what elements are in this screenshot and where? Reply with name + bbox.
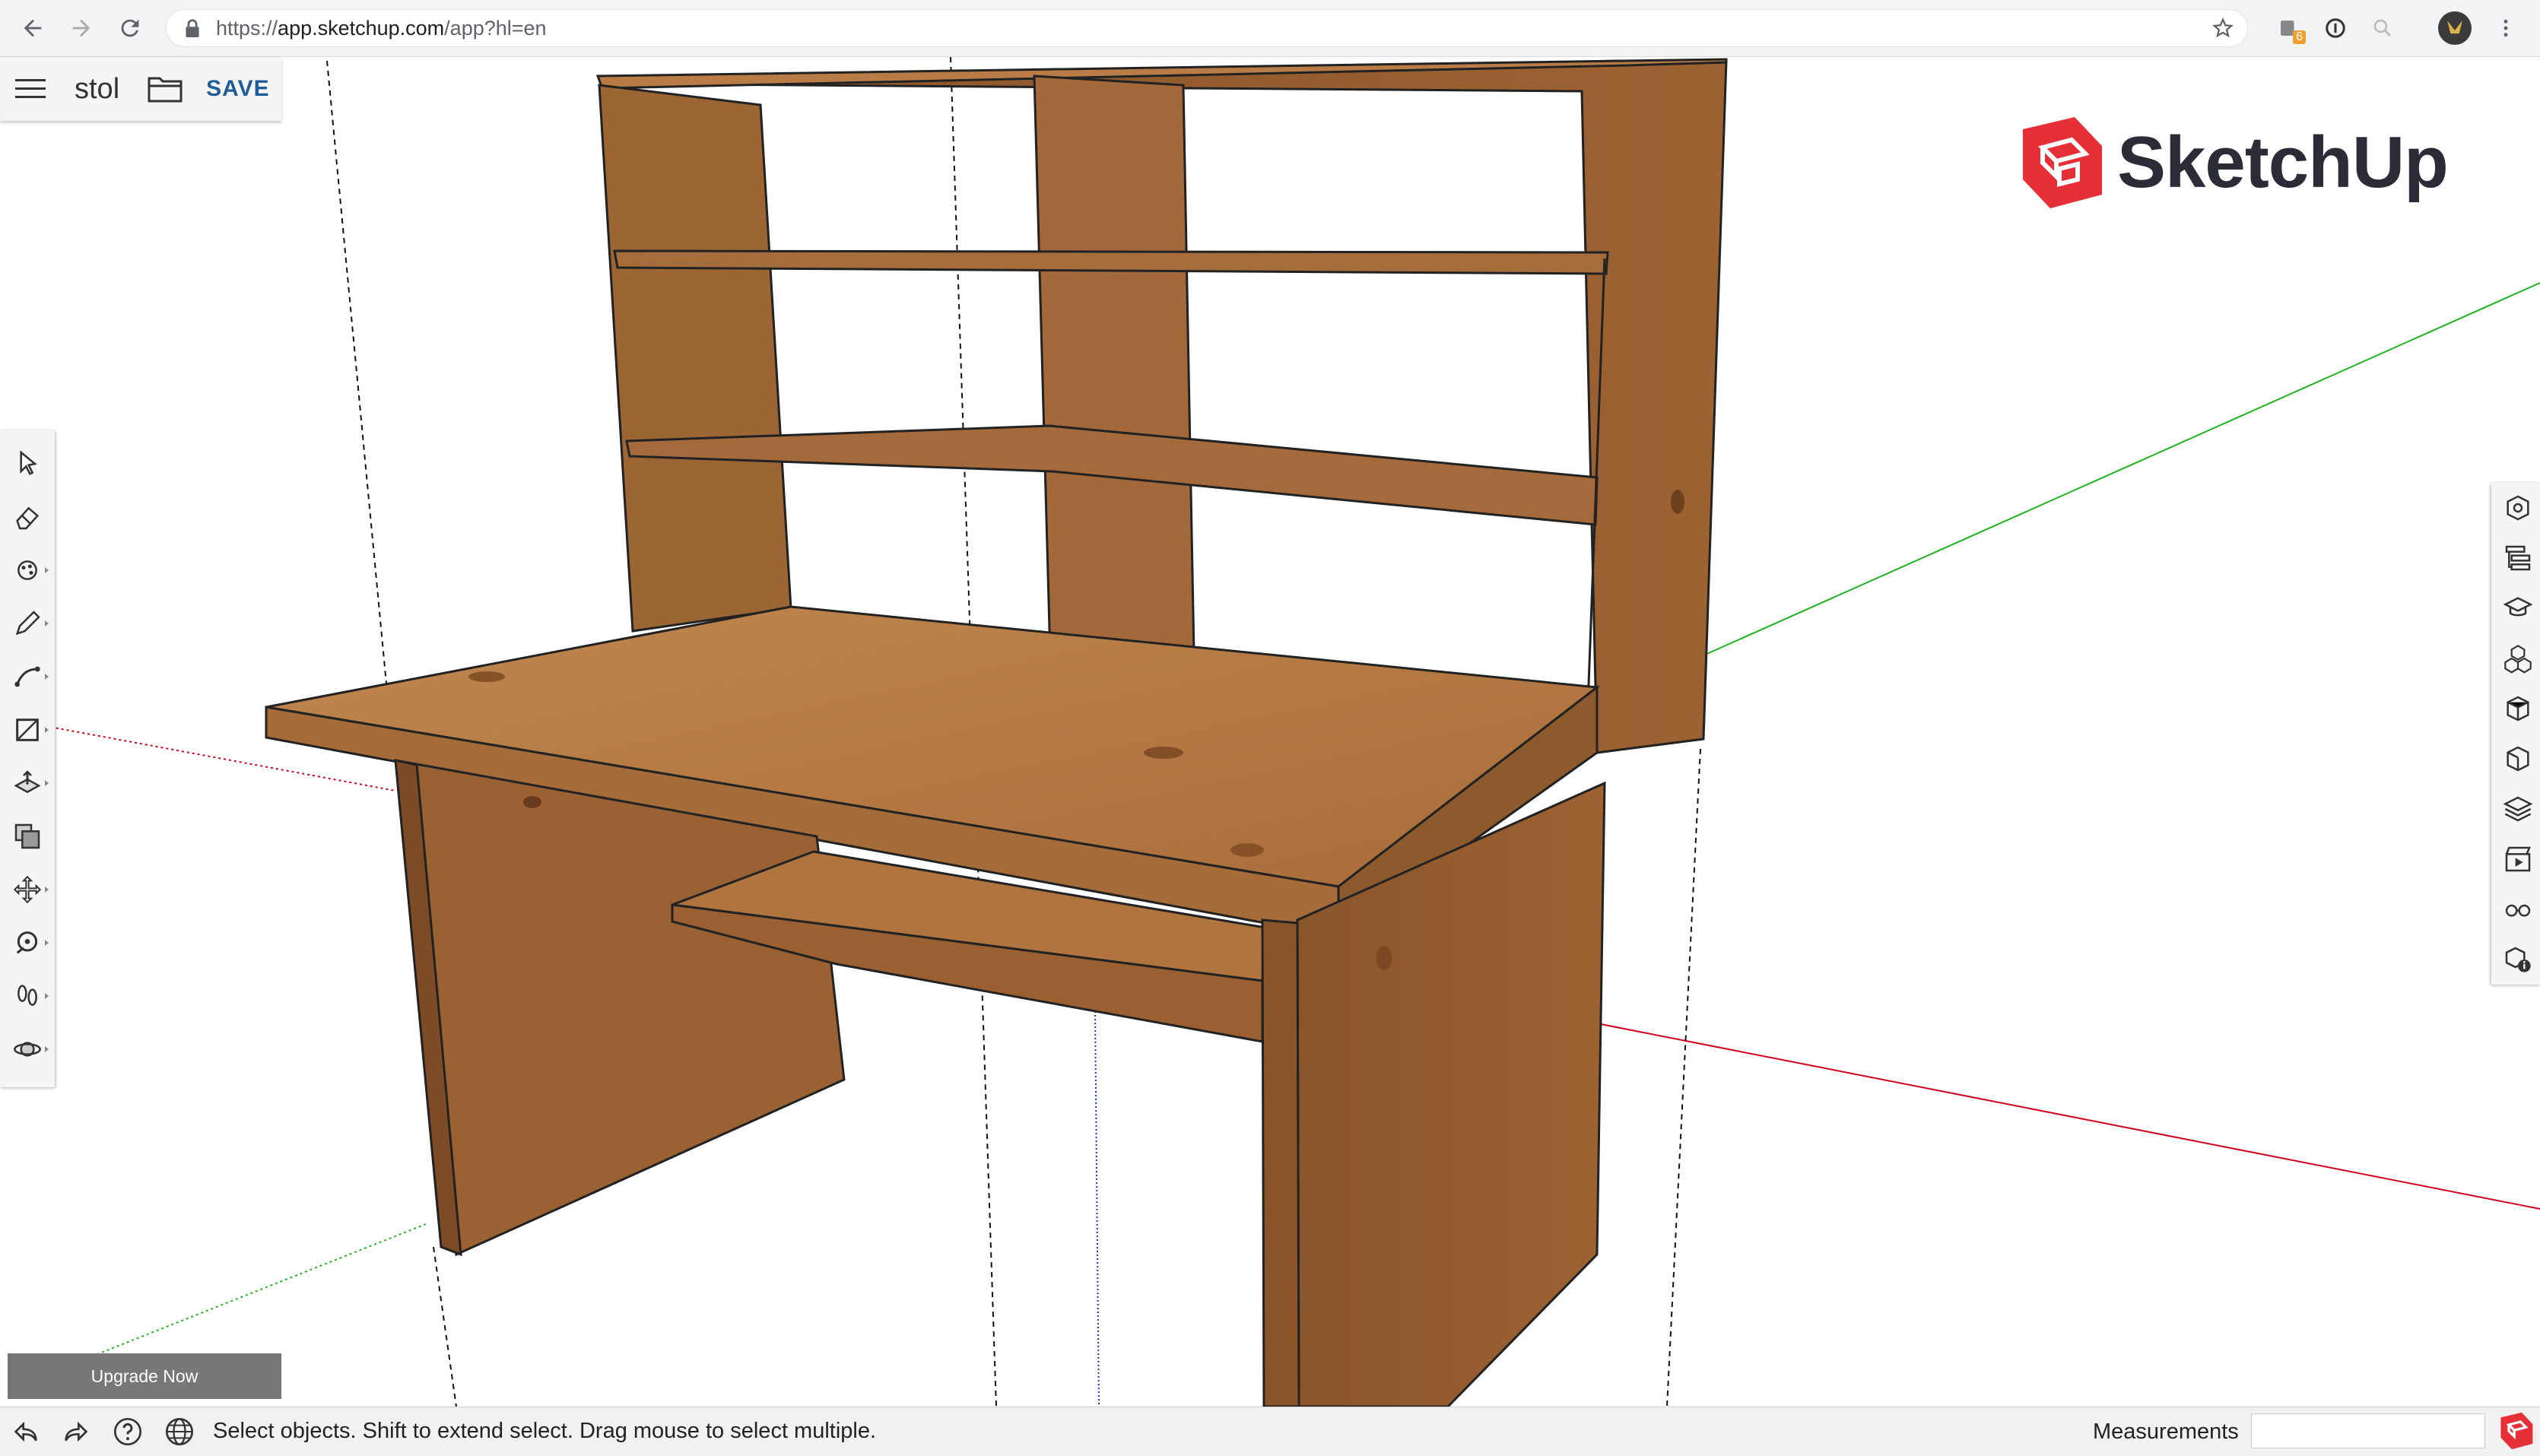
model-info-icon[interactable] [2500, 942, 2535, 977]
save-button[interactable]: SAVE [206, 76, 269, 102]
file-panel: stol SAVE [0, 57, 281, 121]
kebab-menu-icon[interactable] [2488, 11, 2523, 46]
redo-icon[interactable] [58, 1413, 94, 1450]
instructor-icon[interactable] [2500, 591, 2535, 626]
hamburger-menu-icon[interactable] [14, 72, 47, 106]
arc-icon[interactable] [8, 657, 49, 696]
status-bar: Select objects. Shift to extend select. … [0, 1407, 2540, 1456]
desk-left-leg [394, 759, 846, 1257]
right-toolbar [2491, 483, 2540, 985]
blue-axis-hidden [1094, 1010, 1100, 1407]
scenes-icon[interactable] [2500, 842, 2535, 877]
browser-toolbar: https://app.sketchup.com/app?hl=en 6 [0, 0, 2540, 57]
help-icon[interactable] [110, 1413, 146, 1450]
layers-icon[interactable] [2500, 791, 2535, 826]
guide-line [1666, 748, 1701, 1407]
tape-measure-icon[interactable] [8, 923, 49, 963]
reload-icon[interactable] [110, 8, 151, 49]
left-toolbar [0, 430, 55, 1087]
url-prefix: https:// [216, 16, 278, 40]
undo-icon[interactable] [8, 1413, 44, 1450]
rectangle-icon[interactable] [8, 710, 49, 750]
model-viewport[interactable] [0, 57, 2540, 1407]
paint-bucket-icon[interactable] [8, 550, 49, 590]
logo-text: SketchUp [2117, 122, 2449, 203]
pencil-line-icon[interactable] [8, 604, 49, 643]
url-text: https://app.sketchup.com/app?hl=en [216, 17, 547, 40]
red-axis [1596, 1023, 2540, 1210]
info-circle-icon[interactable] [2318, 11, 2353, 46]
materials-icon[interactable] [2500, 691, 2535, 726]
address-bar[interactable]: https://app.sketchup.com/app?hl=en [166, 9, 2248, 47]
push-pull-icon[interactable] [8, 763, 49, 803]
open-folder-icon[interactable] [145, 69, 185, 109]
guide-line [433, 1246, 457, 1407]
sketchup-logo-icon [2023, 117, 2102, 208]
desk-model-drawing [45, 57, 2540, 1407]
extension-badge-icon[interactable]: 6 [2271, 11, 2306, 46]
guide-line [326, 60, 389, 700]
model-name[interactable]: stol [75, 73, 119, 106]
measurements-label: Measurements [2093, 1420, 2239, 1444]
green-axis [1703, 282, 2540, 656]
upgrade-now-button[interactable]: Upgrade Now [8, 1353, 281, 1399]
sketchup-mini-logo-icon[interactable] [2497, 1412, 2535, 1450]
orbit-icon[interactable] [8, 1029, 49, 1069]
avatar[interactable] [2438, 11, 2472, 45]
entity-info-icon[interactable] [2500, 490, 2535, 525]
display-glasses-icon[interactable] [2500, 892, 2535, 927]
url-host: app.sketchup.com [278, 16, 445, 40]
styles-icon[interactable] [2500, 741, 2535, 776]
sketchup-logo: SketchUp [2017, 116, 2449, 210]
globe-language-icon[interactable] [161, 1413, 198, 1450]
hutch-left-panel [598, 84, 792, 633]
bookmark-star-icon[interactable] [2211, 17, 2234, 40]
url-path: /app?hl=en [444, 16, 547, 40]
search-magnifier-icon[interactable] [2365, 11, 2400, 46]
lock-icon [186, 19, 199, 37]
select-arrow-icon[interactable] [8, 444, 47, 484]
green-axis-hidden [60, 1223, 427, 1369]
offset-icon[interactable] [8, 817, 47, 856]
eraser-icon[interactable] [8, 497, 47, 537]
components-icon[interactable] [2500, 641, 2535, 676]
back-arrow-icon[interactable] [12, 8, 53, 49]
walk-footprints-icon[interactable] [8, 976, 49, 1016]
measurements-input[interactable] [2251, 1413, 2485, 1448]
move-icon[interactable] [8, 870, 49, 909]
extension-badge-count: 6 [2293, 30, 2306, 44]
forward-arrow-icon[interactable] [61, 8, 102, 49]
outliner-icon[interactable] [2500, 541, 2535, 576]
status-message: Select objects. Shift to extend select. … [213, 1419, 877, 1443]
hutch-divider [1033, 75, 1195, 686]
